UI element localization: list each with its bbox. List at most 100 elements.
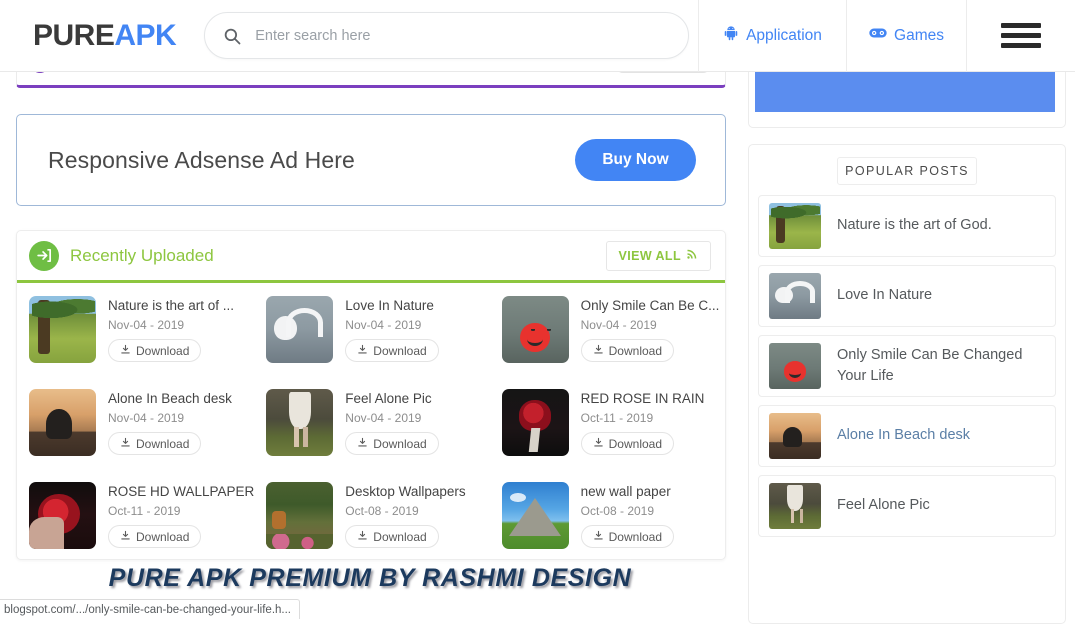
download-icon (357, 437, 368, 451)
recent-item-thumbnail[interactable] (266, 482, 333, 549)
view-all-label: VIEW ALL (619, 249, 681, 263)
thumbnail-image (29, 296, 96, 363)
download-label: Download (136, 437, 189, 451)
thumbnail-image (769, 203, 821, 249)
download-icon (357, 344, 368, 358)
thumbnail-image (502, 389, 569, 456)
recent-item[interactable]: Desktop WallpapersOct-08 - 2019Download (254, 482, 489, 575)
recent-item[interactable]: Feel Alone Pic Nov-04 - 2019 Download (254, 389, 489, 482)
download-label: Download (609, 437, 662, 451)
popular-post-item[interactable]: Alone In Beach desk (758, 405, 1056, 467)
download-button[interactable]: Download (345, 525, 438, 548)
download-button[interactable]: Download (108, 339, 201, 362)
page-body: Responsive Adsense Ad Here Buy Now Recen… (0, 72, 1075, 619)
recent-item-thumbnail[interactable] (266, 296, 333, 363)
popular-post-thumbnail[interactable] (769, 483, 821, 529)
thumbnail-image (502, 482, 569, 549)
recently-uploaded-title: Recently Uploaded (70, 246, 214, 266)
download-label: Download (373, 530, 426, 544)
recent-item-info: Nature is the art of ...Nov-04 - 2019Dow… (108, 296, 234, 389)
nav-item-games[interactable]: Games (846, 0, 966, 72)
recent-item-title: Feel Alone Pic (345, 391, 438, 406)
recent-item-thumbnail[interactable] (502, 389, 569, 456)
header-nav: Application Games (698, 0, 1075, 72)
recent-item[interactable]: Alone In Beach deskNov-04 - 2019Download (17, 389, 254, 482)
popular-post-item[interactable]: Nature is the art of God. (758, 195, 1056, 257)
nav-item-application[interactable]: Application (698, 0, 846, 72)
thumbnail-image (266, 296, 333, 363)
popular-post-title: Nature is the art of God. (837, 215, 992, 236)
download-button[interactable]: Download (108, 432, 201, 455)
nav-label-application: Application (746, 27, 822, 45)
search-input[interactable] (255, 28, 670, 44)
sign-in-arrow-icon (29, 241, 59, 271)
download-button[interactable]: Download (108, 525, 201, 548)
popular-posts-list: Nature is the art of God. Love In Nature O… (758, 195, 1056, 537)
popular-post-item[interactable]: Love In Nature (758, 265, 1056, 327)
popular-post-thumbnail[interactable] (769, 203, 821, 249)
recent-item-thumbnail[interactable] (266, 389, 333, 456)
popular-post-title: Love In Nature (837, 285, 932, 306)
recent-item-thumbnail[interactable] (29, 482, 96, 549)
recent-item-title: Alone In Beach desk (108, 391, 232, 406)
download-button[interactable]: Download (345, 432, 438, 455)
recent-item-thumbnail[interactable] (502, 482, 569, 549)
sidebar-column: POPULAR POSTS Nature is the art of God.L… (740, 72, 1075, 619)
recent-item[interactable]: new wall paperOct-08 - 2019Download (490, 482, 725, 575)
recent-item-thumbnail[interactable] (29, 296, 96, 363)
popular-post-title: Only Smile Can Be Changed Your Life (837, 345, 1045, 387)
download-icon (593, 437, 604, 451)
recent-item-title: RED ROSE IN RAIN (581, 391, 705, 406)
download-icon (120, 437, 131, 451)
popular-posts-panel: POPULAR POSTS Nature is the art of God.L… (748, 144, 1066, 624)
adsense-banner: Responsive Adsense Ad Here Buy Now (16, 114, 726, 206)
buy-now-button[interactable]: Buy Now (575, 139, 696, 181)
thumbnail-image (266, 482, 333, 549)
site-logo[interactable]: PUREAPK (33, 19, 176, 53)
popular-post-item[interactable]: Only Smile Can Be Changed Your Life (758, 335, 1056, 397)
download-button[interactable]: Download (581, 432, 674, 455)
logo-text-apk: APK (114, 19, 176, 52)
download-icon (593, 530, 604, 544)
download-label: Download (609, 344, 662, 358)
recent-item-title: Love In Nature (345, 298, 438, 313)
thumbnail-image (769, 413, 821, 459)
download-button[interactable]: Download (345, 339, 438, 362)
recently-uploaded-header: Recently Uploaded VIEW ALL (17, 231, 725, 283)
nav-label-games: Games (894, 27, 944, 45)
status-bar-url: blogspot.com/.../only-smile-can-be-chang… (4, 604, 291, 616)
download-button[interactable]: Download (581, 339, 674, 362)
recent-item[interactable]: ROSE HD WALLPAPER Oct-11 - 2019 Download (17, 482, 254, 575)
search-bar[interactable] (204, 12, 689, 59)
popular-post-title: Alone In Beach desk (837, 425, 970, 446)
recent-item-info: Feel Alone Pic Nov-04 - 2019 Download (345, 389, 438, 482)
hamburger-menu-icon[interactable] (966, 0, 1075, 72)
recent-item[interactable]: Only Smile Can Be C...Nov-04 - 2019Downl… (490, 296, 725, 389)
recent-item-title: Only Smile Can Be C... (581, 298, 720, 313)
recent-item-date: Nov-04 - 2019 (345, 411, 438, 425)
download-icon (357, 530, 368, 544)
sidebar-ad[interactable] (748, 66, 1066, 128)
download-button[interactable]: Download (581, 525, 674, 548)
download-icon (120, 344, 131, 358)
recent-item-title: Nature is the art of ... (108, 298, 234, 313)
recently-uploaded-panel: Recently Uploaded VIEW ALL Nature is the… (16, 230, 726, 560)
view-all-button[interactable]: VIEW ALL (606, 241, 711, 271)
recent-item-info: Alone In Beach deskNov-04 - 2019Download (108, 389, 232, 482)
recent-item[interactable]: Nature is the art of ...Nov-04 - 2019Dow… (17, 296, 254, 389)
gamepad-icon (869, 26, 887, 45)
popular-post-thumbnail[interactable] (769, 273, 821, 319)
recent-item-thumbnail[interactable] (502, 296, 569, 363)
popular-post-thumbnail[interactable] (769, 343, 821, 389)
download-label: Download (609, 530, 662, 544)
android-icon (723, 25, 739, 46)
recent-item-title: ROSE HD WALLPAPER (108, 484, 254, 499)
thumbnail-image (769, 273, 821, 319)
recent-item[interactable]: Love In NatureNov-04 - 2019Download (254, 296, 489, 389)
download-label: Download (136, 530, 189, 544)
recent-item-date: Oct-11 - 2019 (108, 504, 254, 518)
recent-item[interactable]: RED ROSE IN RAINOct-11 - 2019Download (490, 389, 725, 482)
popular-post-item[interactable]: Feel Alone Pic (758, 475, 1056, 537)
popular-post-thumbnail[interactable] (769, 413, 821, 459)
recent-item-thumbnail[interactable] (29, 389, 96, 456)
